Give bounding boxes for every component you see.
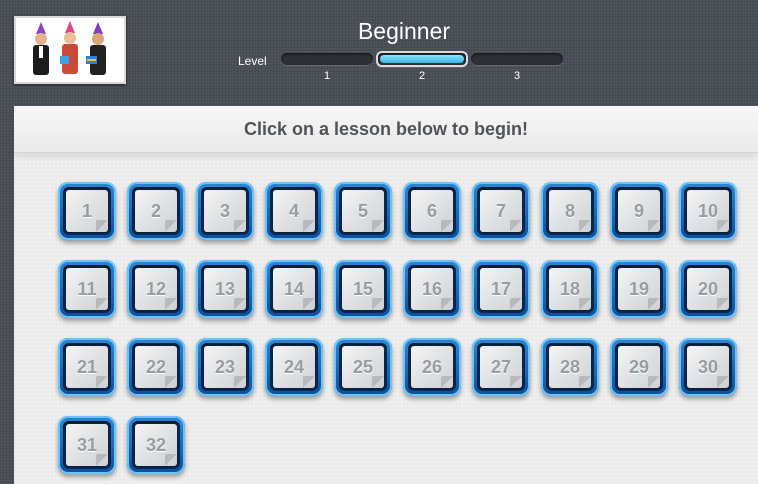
level-2-fill xyxy=(380,55,464,63)
lesson-button-3[interactable]: 3 xyxy=(196,182,254,240)
lesson-button-25[interactable]: 25 xyxy=(334,338,392,396)
lesson-button-20[interactable]: 20 xyxy=(679,260,737,318)
lesson-number: 20 xyxy=(697,279,719,299)
header: Beginner Level 1 2 3 xyxy=(0,0,758,106)
lesson-button-26[interactable]: 26 xyxy=(403,338,461,396)
lesson-button-18[interactable]: 18 xyxy=(541,260,599,318)
level-1-number: 1 xyxy=(323,70,331,82)
level-2-bar[interactable] xyxy=(376,51,468,67)
lesson-number: 13 xyxy=(214,279,236,299)
party-people-thumbnail-icon xyxy=(16,18,124,82)
lesson-button-1[interactable]: 1 xyxy=(58,182,116,240)
lesson-number: 5 xyxy=(357,201,368,221)
lesson-button-14[interactable]: 14 xyxy=(265,260,323,318)
lesson-number: 10 xyxy=(697,201,719,221)
lesson-number: 21 xyxy=(76,357,98,377)
lesson-button-32[interactable]: 32 xyxy=(127,416,185,474)
lesson-number: 23 xyxy=(214,357,236,377)
lesson-number: 4 xyxy=(288,201,299,221)
lesson-number: 9 xyxy=(633,201,644,221)
lesson-number: 29 xyxy=(628,357,650,377)
lesson-button-22[interactable]: 22 xyxy=(127,338,185,396)
lesson-button-15[interactable]: 15 xyxy=(334,260,392,318)
lesson-button-9[interactable]: 9 xyxy=(610,182,668,240)
lesson-number: 16 xyxy=(421,279,443,299)
level-2-number: 2 xyxy=(418,70,426,82)
lesson-button-21[interactable]: 21 xyxy=(58,338,116,396)
lesson-number: 6 xyxy=(426,201,437,221)
lesson-number: 30 xyxy=(697,357,719,377)
level-1-bar[interactable] xyxy=(281,53,373,65)
lesson-number: 22 xyxy=(145,357,167,377)
lesson-button-13[interactable]: 13 xyxy=(196,260,254,318)
lesson-button-19[interactable]: 19 xyxy=(610,260,668,318)
lesson-button-5[interactable]: 5 xyxy=(334,182,392,240)
lesson-button-16[interactable]: 16 xyxy=(403,260,461,318)
lesson-number: 8 xyxy=(564,201,575,221)
lesson-number: 18 xyxy=(559,279,581,299)
lesson-button-11[interactable]: 11 xyxy=(58,260,116,318)
lesson-number: 32 xyxy=(145,435,167,455)
lesson-panel: Click on a lesson below to begin! 123456… xyxy=(14,106,758,484)
course-thumbnail xyxy=(14,16,126,84)
lesson-number: 28 xyxy=(559,357,581,377)
lesson-number: 3 xyxy=(219,201,230,221)
lesson-button-24[interactable]: 24 xyxy=(265,338,323,396)
level-label: Level xyxy=(238,54,267,68)
lesson-number: 26 xyxy=(421,357,443,377)
level-3-bar[interactable] xyxy=(471,53,563,65)
panel-header: Click on a lesson below to begin! xyxy=(14,106,758,153)
lesson-button-7[interactable]: 7 xyxy=(472,182,530,240)
lesson-number: 2 xyxy=(150,201,161,221)
lesson-number: 15 xyxy=(352,279,374,299)
lesson-button-31[interactable]: 31 xyxy=(58,416,116,474)
lesson-button-28[interactable]: 28 xyxy=(541,338,599,396)
lesson-button-10[interactable]: 10 xyxy=(679,182,737,240)
lesson-button-8[interactable]: 8 xyxy=(541,182,599,240)
lesson-button-17[interactable]: 17 xyxy=(472,260,530,318)
lesson-number: 11 xyxy=(77,279,97,299)
panel-heading: Click on a lesson below to begin! xyxy=(243,119,529,139)
lesson-button-4[interactable]: 4 xyxy=(265,182,323,240)
lesson-button-29[interactable]: 29 xyxy=(610,338,668,396)
lesson-button-6[interactable]: 6 xyxy=(403,182,461,240)
level-3-number: 3 xyxy=(513,70,521,82)
lesson-number: 27 xyxy=(490,357,512,377)
lesson-button-12[interactable]: 12 xyxy=(127,260,185,318)
lesson-button-30[interactable]: 30 xyxy=(679,338,737,396)
page-title: Beginner xyxy=(357,18,451,44)
lesson-button-2[interactable]: 2 xyxy=(127,182,185,240)
lesson-number: 25 xyxy=(352,357,374,377)
lesson-number: 1 xyxy=(81,201,92,221)
lesson-number: 7 xyxy=(495,201,506,221)
lesson-button-23[interactable]: 23 xyxy=(196,338,254,396)
lesson-button-27[interactable]: 27 xyxy=(472,338,530,396)
lesson-number: 31 xyxy=(76,435,98,455)
lesson-number: 19 xyxy=(628,279,650,299)
lesson-number: 14 xyxy=(283,279,305,299)
lesson-number: 17 xyxy=(490,279,512,299)
lesson-number: 12 xyxy=(145,279,167,299)
lesson-number: 24 xyxy=(283,357,305,377)
